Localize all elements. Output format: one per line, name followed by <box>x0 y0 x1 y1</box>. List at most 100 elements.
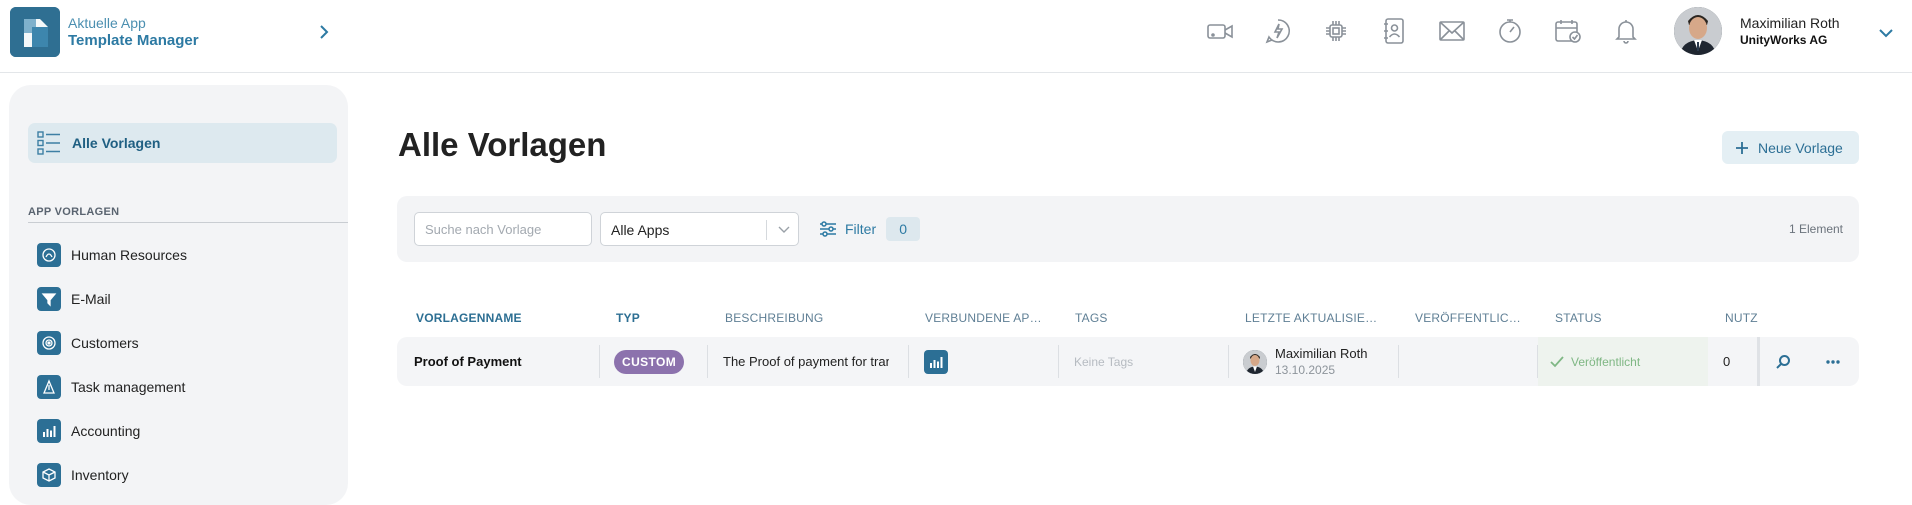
cell-status: Veröffentlicht <box>1538 337 1708 386</box>
column-header-vorlagenname[interactable]: VORLAGENNAME <box>416 311 576 325</box>
user-company: UnityWorks AG <box>1740 33 1828 47</box>
filter-label: Filter <box>845 221 877 237</box>
apps-filter-value: Alle Apps <box>611 222 670 238</box>
chevron-down-icon <box>1879 29 1893 38</box>
hr-app-icon <box>37 243 61 267</box>
timer-icon[interactable] <box>1490 14 1530 48</box>
bell-icon[interactable] <box>1606 14 1646 48</box>
user-info[interactable]: Maximilian Roth UnityWorks AG <box>1740 15 1840 49</box>
current-app-name: Template Manager <box>68 32 199 49</box>
sidebar-item-label: Customers <box>71 335 139 351</box>
sidebar-item-customers[interactable]: Customers <box>37 321 187 365</box>
tags-empty: Keine Tags <box>1074 354 1134 369</box>
column-header-veroeffentlicht[interactable]: VERÖFFENTLIC… <box>1415 311 1525 325</box>
select-divider <box>766 220 767 240</box>
cell-connected-apps <box>924 337 948 386</box>
cell-divider <box>1058 345 1059 378</box>
user-menu-button[interactable] <box>1874 22 1898 44</box>
table-header: VORLAGENNAME TYP BESCHREIBUNG VERBUNDENE… <box>397 311 1859 329</box>
top-header: Aktuelle App Template Manager Maximilian… <box>0 0 1912 73</box>
chat-bolt-icon[interactable] <box>1258 14 1298 48</box>
search-icon <box>1776 355 1790 369</box>
sidebar: Alle Vorlagen APP VORLAGEN Human Resourc… <box>9 85 348 505</box>
sidebar-item-accounting[interactable]: Accounting <box>37 409 187 453</box>
template-name: Proof of Payment <box>414 354 522 369</box>
sliders-icon <box>820 221 836 237</box>
sidebar-item-e-mail[interactable]: E-Mail <box>37 277 187 321</box>
sidebar-item-label: E-Mail <box>71 291 111 307</box>
cell-type: CUSTOM <box>614 337 685 386</box>
cell-divider <box>599 345 600 378</box>
column-header-status[interactable]: STATUS <box>1555 311 1655 325</box>
column-header-nutzung[interactable]: NUTZ <box>1725 311 1775 325</box>
usage-count: 0 <box>1723 354 1731 369</box>
column-header-tags[interactable]: TAGS <box>1075 311 1175 325</box>
sidebar-item-alle-vorlagen[interactable]: Alle Vorlagen <box>28 123 337 163</box>
sidebar-item-human-resources[interactable]: Human Resources <box>37 233 187 277</box>
template-manager-logo-icon[interactable] <box>10 7 60 57</box>
current-app-label: Aktuelle App <box>68 15 146 31</box>
apps-filter-select[interactable]: Alle Apps <box>600 212 799 246</box>
video-call-icon[interactable] <box>1200 14 1240 48</box>
accounting-app-icon[interactable] <box>924 349 948 374</box>
customers-app-icon <box>37 331 61 355</box>
status-badge: Veröffentlicht <box>1571 354 1641 369</box>
inventory-app-icon <box>37 463 61 487</box>
filter-button[interactable]: Filter 0 <box>819 216 921 242</box>
check-icon <box>1550 355 1564 367</box>
filter-count-badge: 0 <box>886 217 921 241</box>
plus-icon <box>1736 141 1748 154</box>
cell-tags: Keine Tags <box>1074 337 1133 386</box>
task-app-icon <box>37 375 61 399</box>
avatar <box>1243 349 1267 374</box>
contacts-book-icon[interactable] <box>1374 14 1414 48</box>
cell-last-updated: Maximilian Roth 13.10.2025 <box>1243 337 1367 386</box>
sidebar-item-task-management[interactable]: Task management <box>37 365 187 409</box>
filter-bar: Alle Apps Filter 0 1 Element <box>397 196 1859 262</box>
header-app-icons <box>1200 14 1664 48</box>
cell-usage: 0 <box>1723 337 1730 386</box>
sidebar-item-label: Task management <box>71 379 186 395</box>
template-description: The Proof of payment for tran <box>723 354 889 369</box>
cell-divider <box>908 345 909 378</box>
cell-divider <box>707 345 708 378</box>
page-title: Alle Vorlagen <box>398 126 607 163</box>
sidebar-item-inventory[interactable]: Inventory <box>37 453 187 497</box>
column-header-verbundene-apps[interactable]: VERBUNDENE AP… <box>925 311 1045 325</box>
app-list: Human Resources E-Mail Customers Task ma… <box>37 233 187 497</box>
user-avatar[interactable] <box>1674 7 1722 55</box>
updated-by: Maximilian Roth <box>1275 345 1368 361</box>
accounting-app-icon <box>37 419 61 443</box>
column-header-typ[interactable]: TYP <box>616 311 676 325</box>
sidebar-item-label: Human Resources <box>71 247 187 263</box>
column-header-beschreibung[interactable]: BESCHREIBUNG <box>725 311 875 325</box>
updated-date: 13.10.2025 <box>1275 362 1336 377</box>
search-input[interactable] <box>414 212 592 246</box>
new-template-label: Neue Vorlage <box>1758 139 1843 156</box>
email-app-icon <box>37 287 61 311</box>
cell-description: The Proof of payment for tran <box>723 337 889 386</box>
user-name: Maximilian Roth <box>1740 15 1840 31</box>
table-row[interactable]: Proof of Payment CUSTOM The Proof of pay… <box>397 337 1859 386</box>
current-app-context: Aktuelle App Template Manager <box>68 15 199 49</box>
section-title-app-vorlagen: APP VORLAGEN <box>28 206 348 223</box>
list-icon <box>37 131 60 155</box>
row-actions <box>1757 337 1859 386</box>
chevron-right-icon <box>320 25 329 39</box>
sidebar-item-label: Alle Vorlagen <box>72 135 161 151</box>
cell-divider <box>1398 345 1399 378</box>
type-badge: CUSTOM <box>614 349 685 374</box>
cell-name: Proof of Payment <box>414 337 522 386</box>
sidebar-item-label: Inventory <box>71 467 129 483</box>
mail-icon[interactable] <box>1432 14 1472 48</box>
updated-info: Maximilian Roth 13.10.2025 <box>1275 345 1367 379</box>
inspect-button[interactable] <box>1768 347 1798 377</box>
more-horizontal-icon <box>1826 360 1840 364</box>
element-count: 1 Element <box>1788 222 1843 236</box>
calendar-check-icon[interactable] <box>1548 14 1588 48</box>
chip-icon[interactable] <box>1316 14 1356 48</box>
more-actions-button[interactable] <box>1818 347 1848 377</box>
new-template-button[interactable]: Neue Vorlage <box>1722 131 1859 164</box>
expand-app-switcher-button[interactable] <box>314 21 334 43</box>
column-header-letzte-aktualisierung[interactable]: LETZTE AKTUALISIER… <box>1245 311 1385 325</box>
